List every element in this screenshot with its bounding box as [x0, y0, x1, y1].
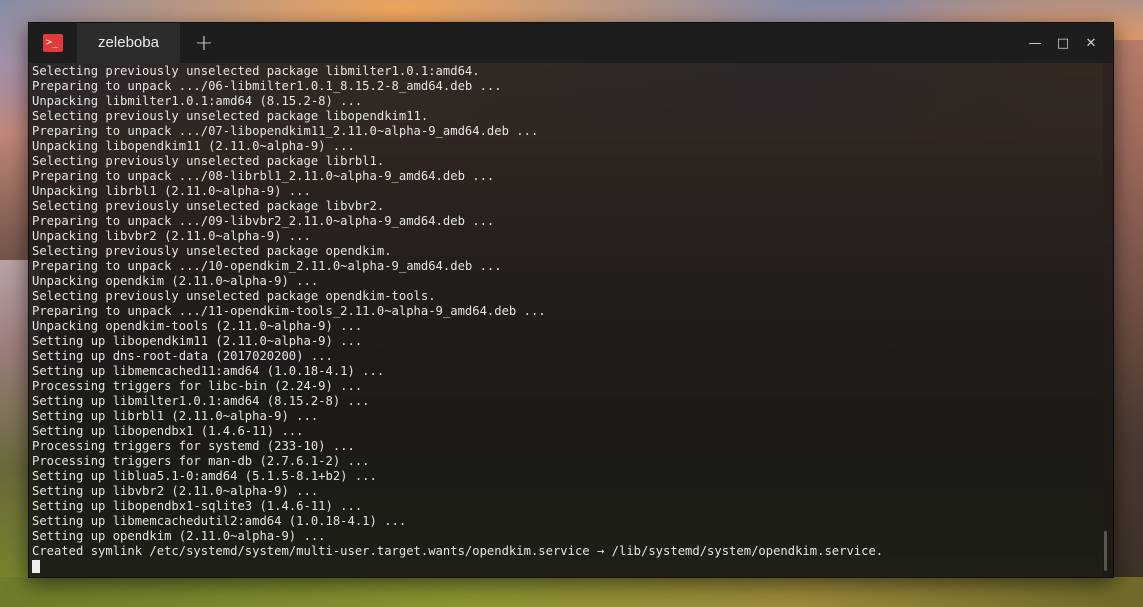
terminal-line: Unpacking librbl1 (2.11.0~alpha-9) ...	[32, 184, 311, 198]
title-bar-drag-area[interactable]	[228, 23, 1021, 63]
new-tab-button[interactable]: +	[180, 23, 228, 63]
terminal-line: Unpacking libmilter1.0.1:amd64 (8.15.2-8…	[32, 94, 363, 108]
wallpaper-ground	[0, 577, 1143, 607]
terminal-line: Processing triggers for systemd (233-10)…	[32, 439, 355, 453]
terminal-line: Preparing to unpack .../09-libvbr2_2.11.…	[32, 214, 495, 228]
minimize-button[interactable]: —	[1021, 23, 1049, 63]
text-cursor	[32, 560, 40, 573]
terminal-line: Processing triggers for man-db (2.7.6.1-…	[32, 454, 370, 468]
terminal-line: Setting up libmemcachedutil2:amd64 (1.0.…	[32, 514, 407, 528]
window-controls: — □ ✕	[1021, 23, 1113, 63]
terminal-line: Setting up libmemcached11:amd64 (1.0.18-…	[32, 364, 385, 378]
terminal-line: Preparing to unpack .../08-librbl1_2.11.…	[32, 169, 495, 183]
terminal-window: >_ zeleboba + — □ ✕ Selecting previously…	[28, 22, 1114, 578]
terminal-line: Preparing to unpack .../07-libopendkim11…	[32, 124, 539, 138]
terminal-line: Created symlink /etc/systemd/system/mult…	[32, 544, 884, 558]
prompt-line	[32, 559, 1099, 573]
terminal-line: Setting up libopendbx1 (1.4.6-11) ...	[32, 424, 304, 438]
terminal-line: Setting up libopendkim11 (2.11.0~alpha-9…	[32, 334, 363, 348]
terminal-line: Unpacking libopendkim11 (2.11.0~alpha-9)…	[32, 139, 355, 153]
terminal-line: Setting up opendkim (2.11.0~alpha-9) ...	[32, 529, 326, 543]
scrollbar-thumb[interactable]	[1104, 531, 1107, 571]
terminal-line: Setting up libopendbx1-sqlite3 (1.4.6-11…	[32, 499, 363, 513]
app-menu-button[interactable]: >_	[29, 23, 77, 63]
terminal-line: Selecting previously unselected package …	[32, 154, 385, 168]
terminal-line: Unpacking libvbr2 (2.11.0~alpha-9) ...	[32, 229, 311, 243]
terminal-line: Selecting previously unselected package …	[32, 109, 429, 123]
terminal-line: Unpacking opendkim-tools (2.11.0~alpha-9…	[32, 319, 363, 333]
terminal-line: Preparing to unpack .../10-opendkim_2.11…	[32, 259, 502, 273]
terminal-line: Setting up liblua5.1-0:amd64 (5.1.5-8.1+…	[32, 469, 377, 483]
terminal-output[interactable]: Selecting previously unselected package …	[32, 64, 1099, 573]
terminal-line: Preparing to unpack .../11-opendkim-tool…	[32, 304, 546, 318]
terminal-line: Setting up dns-root-data (2017020200) ..…	[32, 349, 333, 363]
terminal-line: Selecting previously unselected package …	[32, 64, 480, 78]
maximize-button[interactable]: □	[1049, 23, 1077, 63]
close-button[interactable]: ✕	[1077, 23, 1105, 63]
title-bar: >_ zeleboba + — □ ✕	[29, 23, 1113, 63]
terminal-line: Selecting previously unselected package …	[32, 244, 392, 258]
terminal-line: Setting up libmilter1.0.1:amd64 (8.15.2-…	[32, 394, 370, 408]
terminal-line: Selecting previously unselected package …	[32, 199, 385, 213]
terminal-line: Selecting previously unselected package …	[32, 289, 436, 303]
terminal-line: Preparing to unpack .../06-libmilter1.0.…	[32, 79, 502, 93]
terminal-line: Unpacking opendkim (2.11.0~alpha-9) ...	[32, 274, 319, 288]
terminal-app-icon: >_	[43, 34, 63, 52]
terminal-line: Processing triggers for libc-bin (2.24-9…	[32, 379, 363, 393]
terminal-line: Setting up librbl1 (2.11.0~alpha-9) ...	[32, 409, 319, 423]
tab-zeleboba[interactable]: zeleboba	[77, 23, 180, 63]
terminal-line: Setting up libvbr2 (2.11.0~alpha-9) ...	[32, 484, 319, 498]
